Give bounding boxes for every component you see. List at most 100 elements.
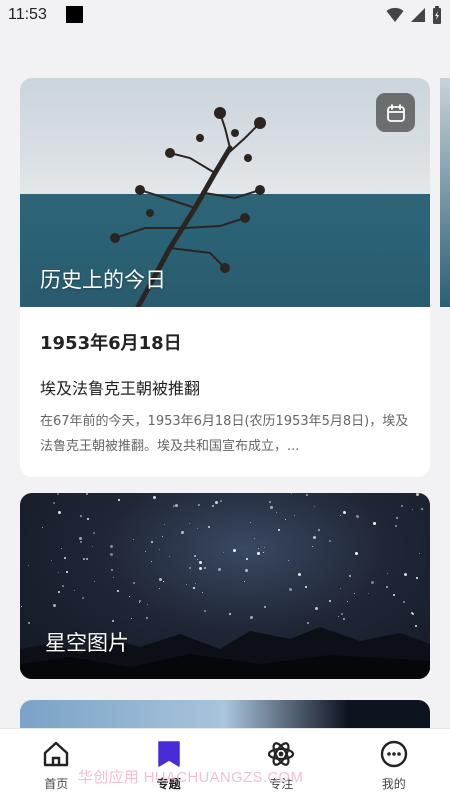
star-dot [250,522,251,523]
tab-focus-label: 专注 [269,775,293,792]
star-dot [314,506,315,507]
star-dot [371,581,374,584]
star-dot [218,568,221,571]
star-dot [58,591,60,593]
star-dot [147,604,148,605]
star-dot [111,569,113,571]
star-dot [74,590,75,591]
star-dot [28,565,29,566]
star-dot [340,515,341,516]
star-dot [254,538,255,539]
star-dot [395,525,397,527]
star-dot [159,588,160,589]
star-dot [329,600,331,602]
next-card-peek[interactable] [440,78,450,307]
star-dot [58,511,61,514]
star-dot [83,558,85,560]
tab-home[interactable]: 首页 [0,729,113,801]
star-dot [199,567,202,570]
star-dot [189,523,190,524]
more-icon [379,739,409,769]
event-title: 埃及法鲁克王朝被推翻 [40,375,410,399]
wifi-icon [386,7,404,23]
tab-focus[interactable]: 专注 [225,729,338,801]
star-dot [412,509,413,510]
star-dot [387,573,388,574]
signal-icon [410,7,426,23]
star-dot [264,606,266,608]
star-dot [110,553,113,556]
star-dot [159,578,162,581]
star-dot [291,493,292,494]
star-dot [285,519,286,520]
star-dot [386,586,388,588]
star-dot [80,541,82,543]
star-dot [404,573,407,576]
star-dot [245,569,248,572]
star-dot [244,581,245,582]
star-dot [93,532,95,534]
star-dot [110,545,113,548]
star-dot [87,518,89,520]
star-dot [347,601,348,602]
tab-topics[interactable]: 专题 [113,729,226,801]
star-dot [198,504,200,506]
star-dot [197,528,198,529]
history-today-card[interactable]: 历史上的今日 1953年6月18日 埃及法鲁克王朝被推翻 在67年前的今天，19… [20,78,430,477]
star-dot [233,549,236,552]
star-dot [86,558,88,560]
star-dot [212,505,214,507]
star-dot [189,567,191,569]
star-dot [133,582,135,584]
star-dot [53,604,56,607]
star-dot [175,504,178,507]
star-dot [278,529,280,531]
star-dot [305,586,307,588]
star-dot [258,548,259,549]
star-dot [66,571,68,573]
star-dot [298,573,301,576]
star-dot [199,561,202,564]
star-dot [79,537,82,540]
star-dot [51,560,52,561]
star-dot [318,529,320,531]
star-dot [197,559,198,560]
star-dot [340,588,341,589]
star-dot [186,584,187,585]
star-dot [195,583,196,584]
starry-sky-card[interactable]: 星空图片 [20,493,430,679]
star-dot [294,515,295,516]
history-hero-title: 历史上的今日 [40,264,166,294]
star-dot [153,496,156,499]
star-dot [151,541,153,543]
tab-home-label: 首页 [44,775,68,792]
star-dot [313,536,316,539]
history-card-body: 1953年6月18日 埃及法鲁克王朝被推翻 在67年前的今天，1953年6月18… [20,307,430,459]
battery-icon [432,6,442,24]
status-icons [386,6,442,24]
star-dot [57,493,59,495]
star-dot [215,501,218,504]
star-dot [129,596,130,597]
star-dot [419,553,420,554]
star-dot [270,506,273,509]
star-dot [139,602,140,603]
star-dot [62,585,64,587]
calendar-button[interactable] [376,93,415,132]
star-dot [173,505,175,507]
star-dot [269,501,271,503]
event-date: 1953年6月18日 [40,329,410,355]
star-dot [416,493,419,496]
star-dot [151,561,152,562]
star-dot [220,500,222,502]
star-dot [264,547,265,548]
tab-mine[interactable]: 我的 [338,729,450,801]
star-dot [194,555,196,557]
history-hero-image: 历史上的今日 [20,78,430,307]
star-dot [401,505,403,507]
calendar-icon [386,103,406,123]
star-dot [53,502,55,504]
star-dot [181,531,184,534]
star-dot [246,558,248,560]
star-dot [312,546,313,547]
